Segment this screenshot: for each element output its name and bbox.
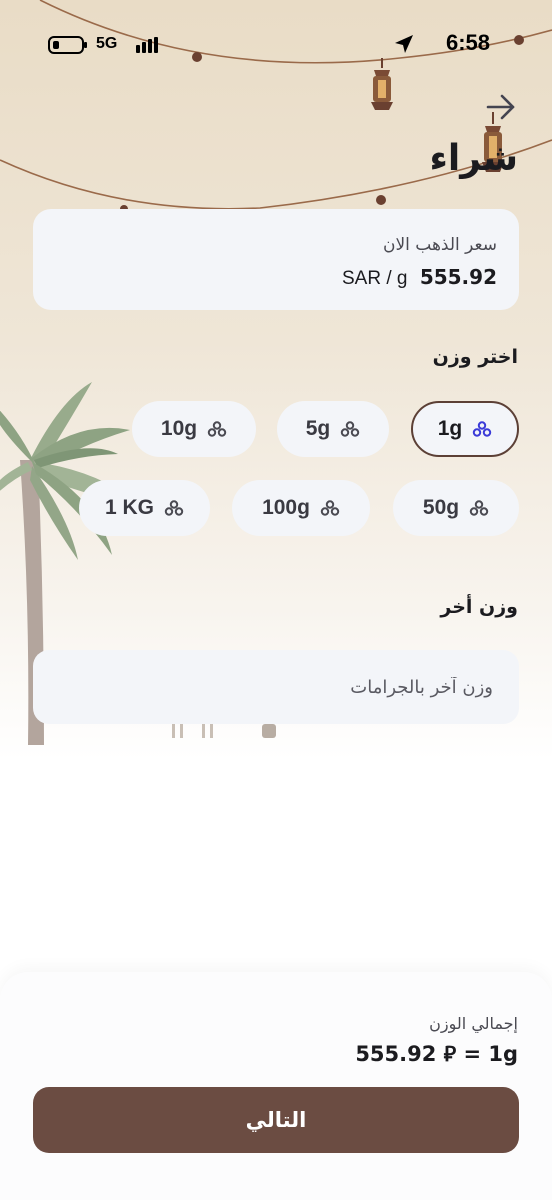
choose-weight-title: اختر وزن (432, 346, 518, 368)
decoration-illustration (0, 0, 552, 745)
gold-bars-icon (341, 421, 360, 437)
page-title: شراء (429, 138, 518, 179)
total-weight-label: إجمالي الوزن (429, 1014, 518, 1033)
custom-weight-input[interactable] (33, 650, 519, 724)
signal-icon (136, 37, 158, 53)
location-arrow-icon (395, 35, 413, 53)
price-unit: SAR / g (341, 268, 408, 289)
arrow-right-icon[interactable] (486, 94, 516, 120)
gold-price-value: SAR / g 555.92 (342, 265, 497, 290)
chip-label: 5g (305, 417, 331, 440)
battery-icon (48, 36, 87, 54)
gold-bars-icon (469, 500, 489, 516)
chip-label: 1g (437, 417, 463, 440)
weight-chip-100g[interactable]: 100g (232, 480, 370, 536)
gold-bars-icon (164, 500, 184, 516)
chip-label: 100g (262, 496, 310, 519)
weight-chip-1kg[interactable]: 1 KG (79, 480, 210, 536)
weight-chip-5g[interactable]: 5g (277, 401, 389, 457)
weight-chip-10g[interactable]: 10g (132, 401, 256, 457)
price-amount: 555.92 (419, 265, 497, 289)
gold-bars-icon (320, 500, 340, 516)
status-time: 6:58 (445, 30, 490, 55)
chip-label: 10g (160, 417, 198, 440)
weight-chip-1g[interactable]: 1g (411, 401, 519, 457)
gold-bars-icon (207, 421, 227, 437)
status-bar: 5G 6:58 (0, 0, 552, 90)
total-weight-value: 555.92 ⃁ = 1g (355, 1042, 518, 1066)
chip-label: 50g (422, 496, 460, 519)
gold-price-label: سعر الذهب الان (382, 235, 497, 255)
other-weight-title: وزن أخر (440, 596, 518, 618)
chip-label: 1 KG (104, 496, 154, 519)
summary-sheet: إجمالي الوزن 555.92 ⃁ = 1g التالي (0, 972, 552, 1200)
gold-bars-icon (473, 421, 492, 437)
ramadan-background (0, 0, 552, 760)
gold-price-card: سعر الذهب الان SAR / g 555.92 (33, 209, 519, 310)
network-label: 5G (96, 35, 118, 52)
weight-chip-50g[interactable]: 50g (393, 480, 519, 536)
next-button[interactable]: التالي (33, 1087, 519, 1153)
people-illustration (172, 724, 276, 738)
